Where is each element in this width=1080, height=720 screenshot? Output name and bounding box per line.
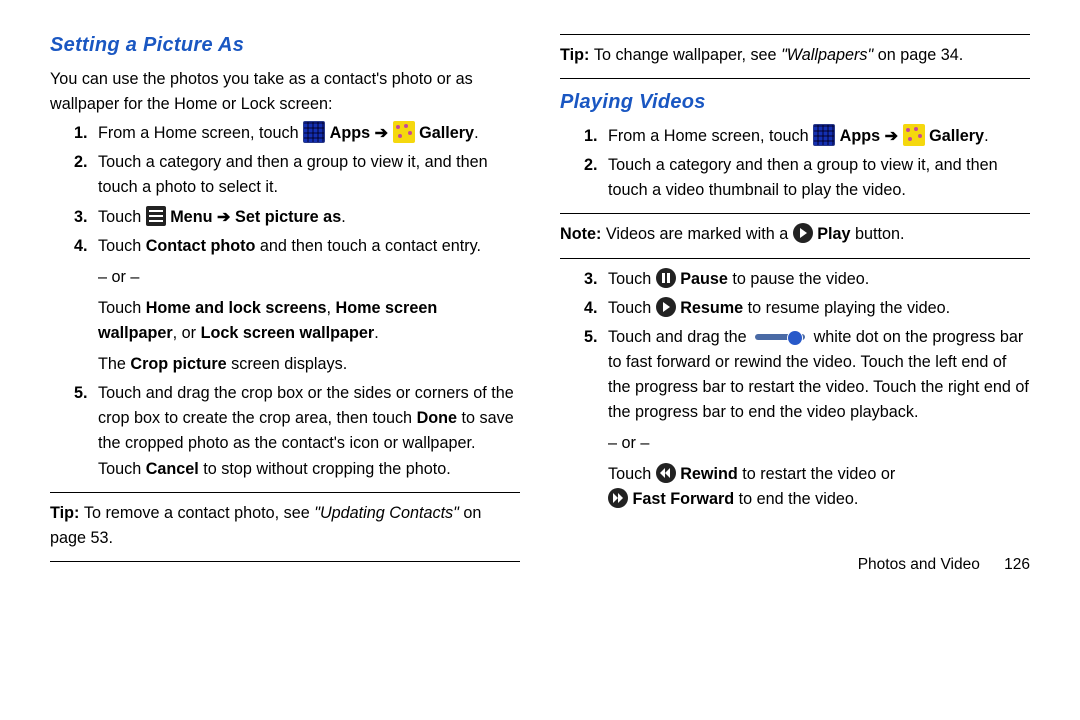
footer-page-number: 126 [1004, 556, 1030, 573]
divider [560, 258, 1030, 259]
fast-forward-icon [608, 488, 628, 508]
steps-right-a: From a Home screen, touch Apps ➔ Gallery… [560, 124, 1030, 203]
step-3: Touch Pause to pause the video. [602, 267, 1030, 292]
apps-icon [303, 121, 325, 143]
pause-icon [656, 268, 676, 288]
heading-right: Playing Videos [560, 87, 1030, 118]
apps-icon [813, 124, 835, 146]
rewind-icon [656, 463, 676, 483]
footer-section: Photos and Video [858, 556, 980, 573]
tip-right: Tip: To change wallpaper, see "Wallpaper… [560, 43, 1030, 68]
page-footer: Photos and Video 126 [560, 553, 1030, 577]
step-1: From a Home screen, touch Apps ➔ Gallery… [602, 124, 1030, 149]
gallery-icon [393, 121, 415, 143]
right-column: Tip: To change wallpaper, see "Wallpaper… [560, 30, 1030, 710]
step-1: From a Home screen, touch Apps ➔ Gallery… [92, 121, 520, 146]
gallery-icon [903, 124, 925, 146]
tip-left: Tip: To remove a contact photo, see "Upd… [50, 501, 520, 551]
step-5: Touch and drag the white dot on the prog… [602, 325, 1030, 513]
step-2: Touch a category and then a group to vie… [602, 153, 1030, 203]
heading-left: Setting a Picture As [50, 30, 520, 61]
menu-icon [146, 206, 166, 226]
divider [560, 34, 1030, 35]
left-column: Setting a Picture As You can use the pho… [50, 30, 520, 710]
divider [50, 492, 520, 493]
step-5: Touch and drag the crop box or the sides… [92, 381, 520, 481]
step-4: Touch Resume to resume playing the video… [602, 296, 1030, 321]
step-3: Touch Menu ➔ Set picture as. [92, 205, 520, 230]
resume-icon [656, 297, 676, 317]
intro-text: You can use the photos you take as a con… [50, 67, 520, 117]
progress-bar-icon [755, 334, 805, 340]
step-2: Touch a category and then a group to vie… [92, 150, 520, 200]
play-icon [793, 223, 813, 243]
divider [50, 561, 520, 562]
step-4: Touch Contact photo and then touch a con… [92, 234, 520, 378]
document-page: Setting a Picture As You can use the pho… [0, 0, 1080, 720]
divider [560, 78, 1030, 79]
divider [560, 213, 1030, 214]
note-right: Note: Videos are marked with a Play butt… [560, 222, 1030, 247]
steps-right-b: Touch Pause to pause the video. Touch Re… [560, 267, 1030, 513]
steps-left: From a Home screen, touch Apps ➔ Gallery… [50, 121, 520, 481]
